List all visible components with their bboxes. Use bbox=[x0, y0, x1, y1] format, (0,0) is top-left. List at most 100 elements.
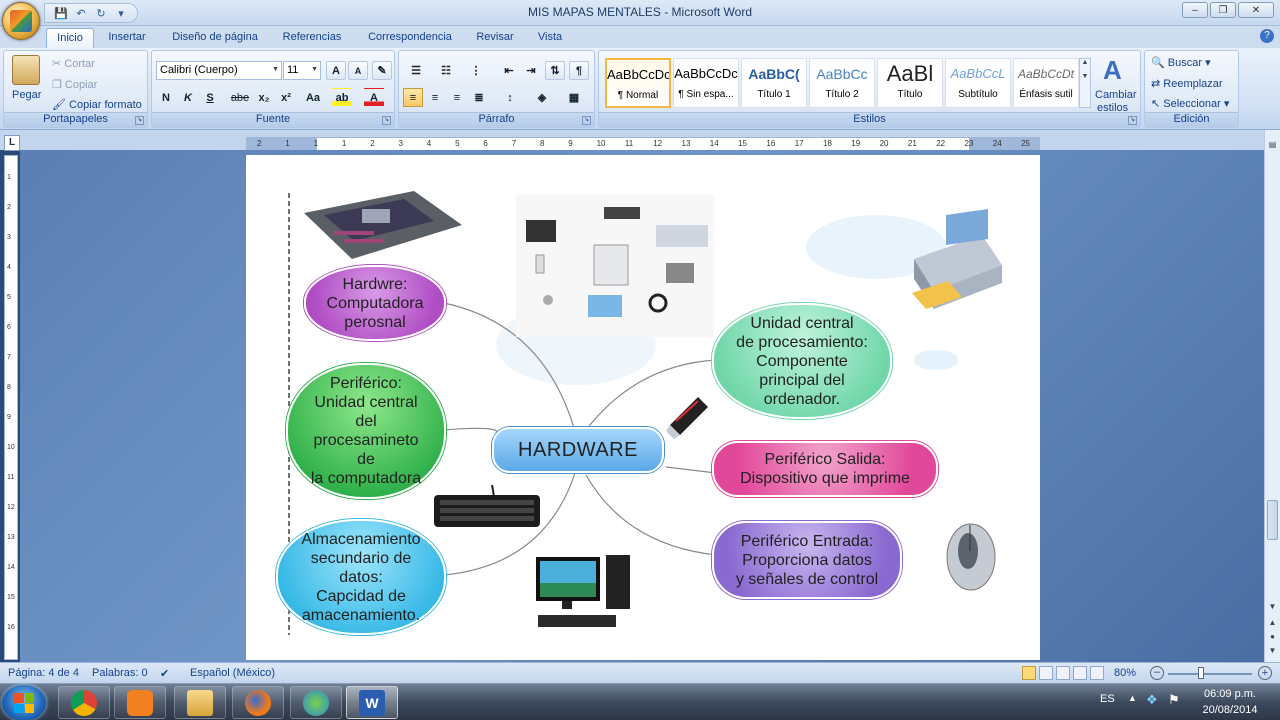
start-button[interactable] bbox=[2, 685, 46, 720]
multilevel-list-icon[interactable]: ⋮ bbox=[463, 61, 489, 80]
replace-button[interactable]: ⇄ Reemplazar bbox=[1151, 77, 1223, 90]
dialog-launcher-icon[interactable]: ↘ bbox=[135, 116, 144, 125]
node-periferico-salida[interactable]: Periférico Salida: Dispositivo que imprim… bbox=[712, 441, 938, 497]
style-titulo1[interactable]: AaBbC(Título 1 bbox=[741, 58, 807, 108]
tab-vista[interactable]: Vista bbox=[530, 28, 570, 48]
select-button[interactable]: ↖ Seleccionar ▾ bbox=[1151, 97, 1229, 110]
prev-page-icon[interactable]: ▲ bbox=[1266, 616, 1279, 629]
paste-icon[interactable] bbox=[12, 55, 40, 85]
increase-indent-icon[interactable]: ⇥ bbox=[521, 61, 541, 80]
numbering-icon[interactable]: ☷ bbox=[433, 61, 459, 80]
line-spacing-icon[interactable]: ↕ bbox=[497, 88, 523, 107]
zoom-level[interactable]: 80% bbox=[1114, 667, 1136, 679]
help-icon[interactable]: ? bbox=[1260, 29, 1274, 43]
align-left-icon[interactable]: ≡ bbox=[403, 88, 423, 107]
close-button[interactable]: ✕ bbox=[1238, 2, 1274, 18]
show-hidden-icons-icon[interactable]: ▲ bbox=[1128, 693, 1137, 703]
node-periferico-entrada[interactable]: Periférico Entrada: Proporciona datos y se… bbox=[712, 521, 902, 599]
styles-scroll[interactable]: ▲ ▼ bbox=[1079, 58, 1091, 108]
horizontal-ruler[interactable]: 2 1 1 1 2 3 4 5 6 7 8 9 10 11 12 13 14 15 16 17 18 19 20 21 22 23… bbox=[246, 137, 1040, 151]
proofing-icon[interactable]: ✔ bbox=[160, 667, 169, 680]
paste-button[interactable]: Pegar bbox=[12, 89, 41, 101]
node-periferico-cpu[interactable]: Periférico: Unidad central del procesaminet… bbox=[286, 363, 446, 499]
change-case-button[interactable]: Aa bbox=[300, 88, 326, 107]
justify-icon[interactable]: ≣ bbox=[469, 88, 489, 107]
vertical-ruler[interactable]: 1 2 3 4 5 6 7 8 9 10 11 12 13 14 15 16 bbox=[4, 155, 18, 660]
document-page[interactable]: Hardwre: Computadora perosnal Periférico: U… bbox=[246, 155, 1040, 660]
language-indicator[interactable]: Español (México) bbox=[190, 667, 275, 679]
mouse-image[interactable] bbox=[938, 521, 1004, 591]
taskbar-media-player[interactable] bbox=[114, 686, 166, 719]
taskbar-chrome[interactable] bbox=[58, 686, 110, 719]
subscript-button[interactable]: x₂ bbox=[254, 88, 274, 107]
tab-insertar[interactable]: Insertar bbox=[100, 28, 154, 48]
office-button[interactable] bbox=[2, 2, 40, 40]
shading-icon[interactable]: ◈ bbox=[529, 88, 555, 107]
superscript-button[interactable]: x² bbox=[276, 88, 296, 107]
node-hardware-definition[interactable]: Hardwre: Computadora perosnal bbox=[304, 265, 446, 341]
style-subtitulo[interactable]: AaBbCcL Subtítulo bbox=[945, 58, 1011, 108]
zoom-in-icon[interactable]: + bbox=[1258, 666, 1272, 680]
action-center-icon[interactable]: ⚑ bbox=[1168, 692, 1180, 708]
font-color-icon[interactable]: A bbox=[364, 88, 384, 107]
borders-icon[interactable]: ▦ bbox=[561, 88, 587, 107]
show-marks-icon[interactable]: ¶ bbox=[569, 61, 589, 80]
taskbar-explorer[interactable] bbox=[174, 686, 226, 719]
dialog-launcher-icon[interactable]: ↘ bbox=[382, 116, 391, 125]
grow-font-button[interactable]: A bbox=[326, 61, 346, 80]
strike-button[interactable]: abe bbox=[228, 88, 252, 107]
copy-button[interactable]: ❐ Copiar bbox=[52, 78, 97, 91]
tab-referencias[interactable]: Referencias bbox=[276, 28, 348, 48]
vertical-scrollbar[interactable]: ▤ ▼ ▲ ● ▼ bbox=[1264, 130, 1280, 662]
motherboard-image[interactable] bbox=[304, 191, 462, 259]
clear-format-icon[interactable]: ✎ bbox=[372, 61, 392, 80]
underline-button[interactable]: S bbox=[200, 88, 220, 107]
customize-qat-icon[interactable]: ▾ bbox=[113, 5, 129, 21]
font-size-combo[interactable]: 11 ▼ bbox=[283, 61, 321, 80]
desktop-computer-image[interactable] bbox=[534, 553, 634, 631]
format-painter-button[interactable]: 🖌 Copiar formato bbox=[52, 98, 142, 111]
sort-icon[interactable]: ⇅ bbox=[545, 61, 565, 80]
italic-button[interactable]: K bbox=[178, 88, 198, 107]
dialog-launcher-icon[interactable]: ↘ bbox=[1128, 116, 1137, 125]
minimize-button[interactable]: – bbox=[1182, 2, 1208, 18]
printer-image[interactable] bbox=[902, 209, 1006, 315]
keyboard-image[interactable] bbox=[432, 484, 544, 530]
style-normal[interactable]: AaBbCcDc ¶ Normal bbox=[605, 58, 671, 108]
change-styles-icon[interactable]: A bbox=[1103, 55, 1122, 86]
bullets-icon[interactable]: ☰ bbox=[403, 61, 429, 80]
node-center-hardware[interactable]: HARDWARE bbox=[492, 427, 664, 473]
align-right-icon[interactable]: ≡ bbox=[447, 88, 467, 107]
align-center-icon[interactable]: ≡ bbox=[425, 88, 445, 107]
scroll-thumb[interactable] bbox=[1267, 500, 1278, 540]
browse-object-icon[interactable]: ● bbox=[1266, 630, 1279, 643]
redo-icon[interactable]: ↻ bbox=[93, 5, 109, 21]
network-icon[interactable]: ❖ bbox=[1146, 692, 1158, 708]
restore-button[interactable]: ❐ bbox=[1210, 2, 1236, 18]
tab-correspondencia[interactable]: Correspondencia bbox=[360, 28, 460, 48]
zoom-slider-thumb[interactable] bbox=[1198, 667, 1204, 679]
clock-time[interactable]: 06:09 p.m. bbox=[1200, 688, 1260, 700]
full-screen-icon[interactable] bbox=[1039, 666, 1053, 680]
tab-inicio[interactable]: Inicio bbox=[46, 28, 94, 48]
style-sin-espaciado[interactable]: AaBbCcDc ¶ Sin espa... bbox=[673, 58, 739, 108]
style-enfasis-sutil[interactable]: AaBbCcDt Énfasis sutil bbox=[1013, 58, 1079, 108]
word-count[interactable]: Palabras: 0 bbox=[92, 667, 148, 679]
highlight-icon[interactable]: ab bbox=[332, 88, 352, 107]
node-almacenamiento[interactable]: Almacenamiento secundario de datos: Capcida… bbox=[276, 519, 446, 635]
taskbar-word[interactable]: W bbox=[346, 686, 398, 719]
shrink-font-button[interactable]: A bbox=[348, 61, 368, 80]
draft-icon[interactable] bbox=[1090, 666, 1104, 680]
style-titulo2[interactable]: AaBbCc Título 2 bbox=[809, 58, 875, 108]
next-page-icon[interactable]: ▼ bbox=[1266, 644, 1279, 657]
undo-icon[interactable]: ↶ bbox=[73, 5, 89, 21]
style-titulo[interactable]: AaBl Título bbox=[877, 58, 943, 108]
page-count[interactable]: Página: 4 de 4 bbox=[8, 667, 79, 679]
peripherals-image[interactable] bbox=[516, 195, 714, 337]
decrease-indent-icon[interactable]: ⇤ bbox=[499, 61, 519, 80]
usb-drive-image[interactable] bbox=[666, 391, 716, 439]
dialog-launcher-icon[interactable]: ↘ bbox=[582, 116, 591, 125]
language-bar[interactable]: ES bbox=[1100, 693, 1115, 705]
zoom-slider[interactable] bbox=[1168, 673, 1252, 675]
outline-icon[interactable] bbox=[1073, 666, 1087, 680]
